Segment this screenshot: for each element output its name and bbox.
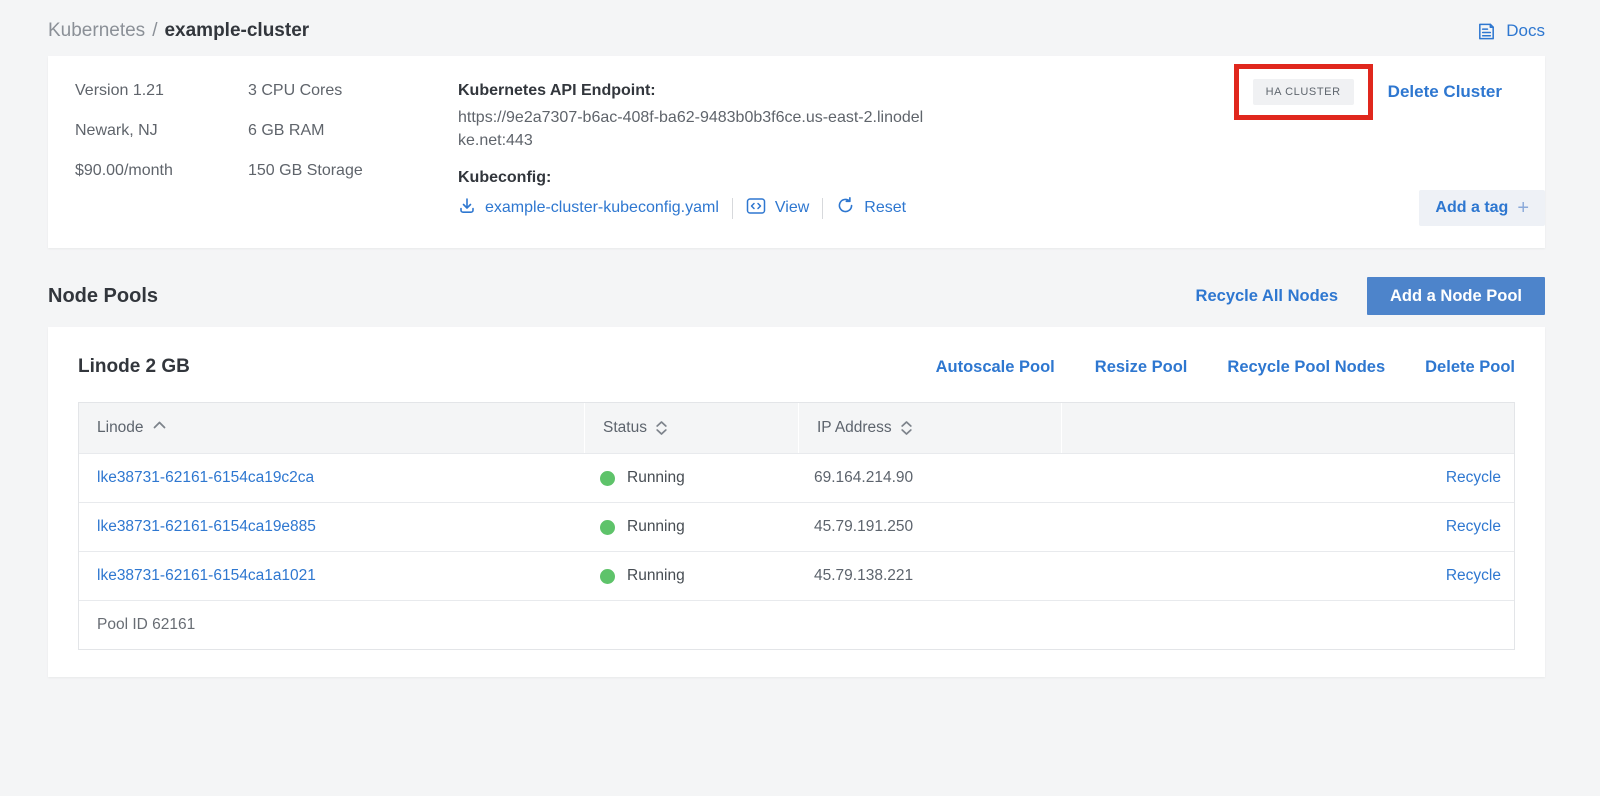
summary-right-actions: HA CLUSTER Delete Cluster <box>1234 64 1502 120</box>
table-header-row: Linode Status IP Address <box>79 403 1514 453</box>
column-header-linode[interactable]: Linode <box>79 403 584 453</box>
status-label: Running <box>627 469 685 487</box>
status-label: Running <box>627 518 685 536</box>
endpoint-column: Kubernetes API Endpoint: https://9e2a730… <box>458 82 928 248</box>
delete-pool-button[interactable]: Delete Pool <box>1425 358 1515 377</box>
breadcrumb-current: example-cluster <box>164 20 309 41</box>
status-cell: Running <box>584 567 798 585</box>
cluster-summary-card: Version 1.21 Newark, NJ $90.00/month 3 C… <box>48 56 1545 248</box>
kubeconfig-actions: example-cluster-kubeconfig.yaml View <box>458 196 928 220</box>
pool-actions: Autoscale Pool Resize Pool Recycle Pool … <box>936 358 1515 377</box>
download-icon <box>458 197 476 220</box>
view-label: View <box>775 199 809 217</box>
table-row: lke38731-62161-6154ca19c2ca Running 69.1… <box>79 453 1514 502</box>
table-row: lke38731-62161-6154ca1a1021 Running 45.7… <box>79 551 1514 600</box>
cluster-storage: 150 GB Storage <box>248 162 458 184</box>
kubeconfig-reset-link[interactable]: Reset <box>836 196 906 220</box>
node-link[interactable]: lke38731-62161-6154ca19c2ca <box>97 469 314 486</box>
recycle-all-nodes-button[interactable]: Recycle All Nodes <box>1196 287 1338 306</box>
ip-address: 45.79.138.221 <box>798 567 1061 585</box>
cluster-specs-column-2: 3 CPU Cores 6 GB RAM 150 GB Storage <box>248 82 458 248</box>
node-pools-header: Node Pools Recycle All Nodes Add a Node … <box>48 277 1545 315</box>
status-cell: Running <box>584 518 798 536</box>
status-running-icon <box>600 569 615 584</box>
table-row: lke38731-62161-6154ca19e885 Running 45.7… <box>79 502 1514 551</box>
api-endpoint-url: https://9e2a7307-b6ac-408f-ba62-9483b0b3… <box>458 106 928 152</box>
table-footer-row: Pool ID 62161 <box>79 600 1514 649</box>
docs-link[interactable]: Docs <box>1476 21 1545 42</box>
pool-name: Linode 2 GB <box>78 356 190 378</box>
ip-address: 45.79.191.250 <box>798 518 1061 536</box>
plus-icon: + <box>1517 198 1529 218</box>
cluster-price: $90.00/month <box>75 162 248 184</box>
recycle-node-button[interactable]: Recycle <box>1446 518 1501 536</box>
red-highlight-annotation: HA CLUSTER <box>1234 64 1373 120</box>
ha-cluster-badge: HA CLUSTER <box>1253 79 1354 105</box>
status-running-icon <box>600 520 615 535</box>
column-label: Status <box>603 419 647 437</box>
docs-label: Docs <box>1506 21 1545 41</box>
node-link[interactable]: lke38731-62161-6154ca1a1021 <box>97 567 316 584</box>
reset-label: Reset <box>864 199 906 217</box>
node-link[interactable]: lke38731-62161-6154ca19e885 <box>97 518 316 535</box>
column-label: IP Address <box>817 419 892 437</box>
status-running-icon <box>600 471 615 486</box>
sort-icon <box>656 421 667 435</box>
kubeconfig-label: Kubeconfig: <box>458 169 928 187</box>
cluster-ram: 6 GB RAM <box>248 122 458 144</box>
reset-icon <box>836 196 855 220</box>
recycle-pool-nodes-button[interactable]: Recycle Pool Nodes <box>1227 358 1385 377</box>
api-endpoint-label: Kubernetes API Endpoint: <box>458 82 928 100</box>
delete-cluster-button[interactable]: Delete Cluster <box>1388 82 1502 102</box>
cluster-region: Newark, NJ <box>75 122 248 144</box>
recycle-node-button[interactable]: Recycle <box>1446 469 1501 487</box>
autoscale-pool-button[interactable]: Autoscale Pool <box>936 358 1055 377</box>
kubeconfig-view-link[interactable]: View <box>746 197 809 220</box>
column-header-actions <box>1061 403 1514 453</box>
node-pools-actions: Recycle All Nodes Add a Node Pool <box>1196 277 1545 315</box>
recycle-node-button[interactable]: Recycle <box>1446 567 1501 585</box>
breadcrumb: Kubernetes / example-cluster <box>48 20 309 42</box>
page: Kubernetes / example-cluster Docs Version … <box>0 0 1600 796</box>
breadcrumb-separator: / <box>152 20 157 41</box>
cluster-version: Version 1.21 <box>75 82 248 104</box>
status-label: Running <box>627 567 685 585</box>
cluster-cpu: 3 CPU Cores <box>248 82 458 104</box>
code-view-icon <box>746 197 766 220</box>
column-header-ip-address[interactable]: IP Address <box>798 403 1061 453</box>
nodes-table: Linode Status IP Address <box>78 402 1515 650</box>
column-header-status[interactable]: Status <box>584 403 798 453</box>
add-tag-button[interactable]: Add a tag + <box>1419 190 1545 226</box>
add-node-pool-button[interactable]: Add a Node Pool <box>1367 277 1545 315</box>
node-pools-title: Node Pools <box>48 285 158 308</box>
sort-ascending-icon <box>153 416 166 434</box>
divider <box>822 198 823 219</box>
breadcrumb-section[interactable]: Kubernetes <box>48 20 145 41</box>
top-bar: Kubernetes / example-cluster Docs <box>48 0 1545 42</box>
column-label: Linode <box>97 419 144 437</box>
docs-icon <box>1476 21 1497 42</box>
pool-header: Linode 2 GB Autoscale Pool Resize Pool R… <box>78 352 1515 382</box>
status-cell: Running <box>584 469 798 487</box>
pool-id-label: Pool ID 62161 <box>79 616 195 634</box>
resize-pool-button[interactable]: Resize Pool <box>1095 358 1188 377</box>
add-tag-label: Add a tag <box>1435 199 1508 217</box>
cluster-specs-column-1: Version 1.21 Newark, NJ $90.00/month <box>75 82 248 248</box>
sort-icon <box>901 421 912 435</box>
kubeconfig-download-link[interactable]: example-cluster-kubeconfig.yaml <box>458 197 719 220</box>
ip-address: 69.164.214.90 <box>798 469 1061 487</box>
divider <box>732 198 733 219</box>
kubeconfig-file-label: example-cluster-kubeconfig.yaml <box>485 199 719 217</box>
node-pool-card: Linode 2 GB Autoscale Pool Resize Pool R… <box>48 327 1545 677</box>
